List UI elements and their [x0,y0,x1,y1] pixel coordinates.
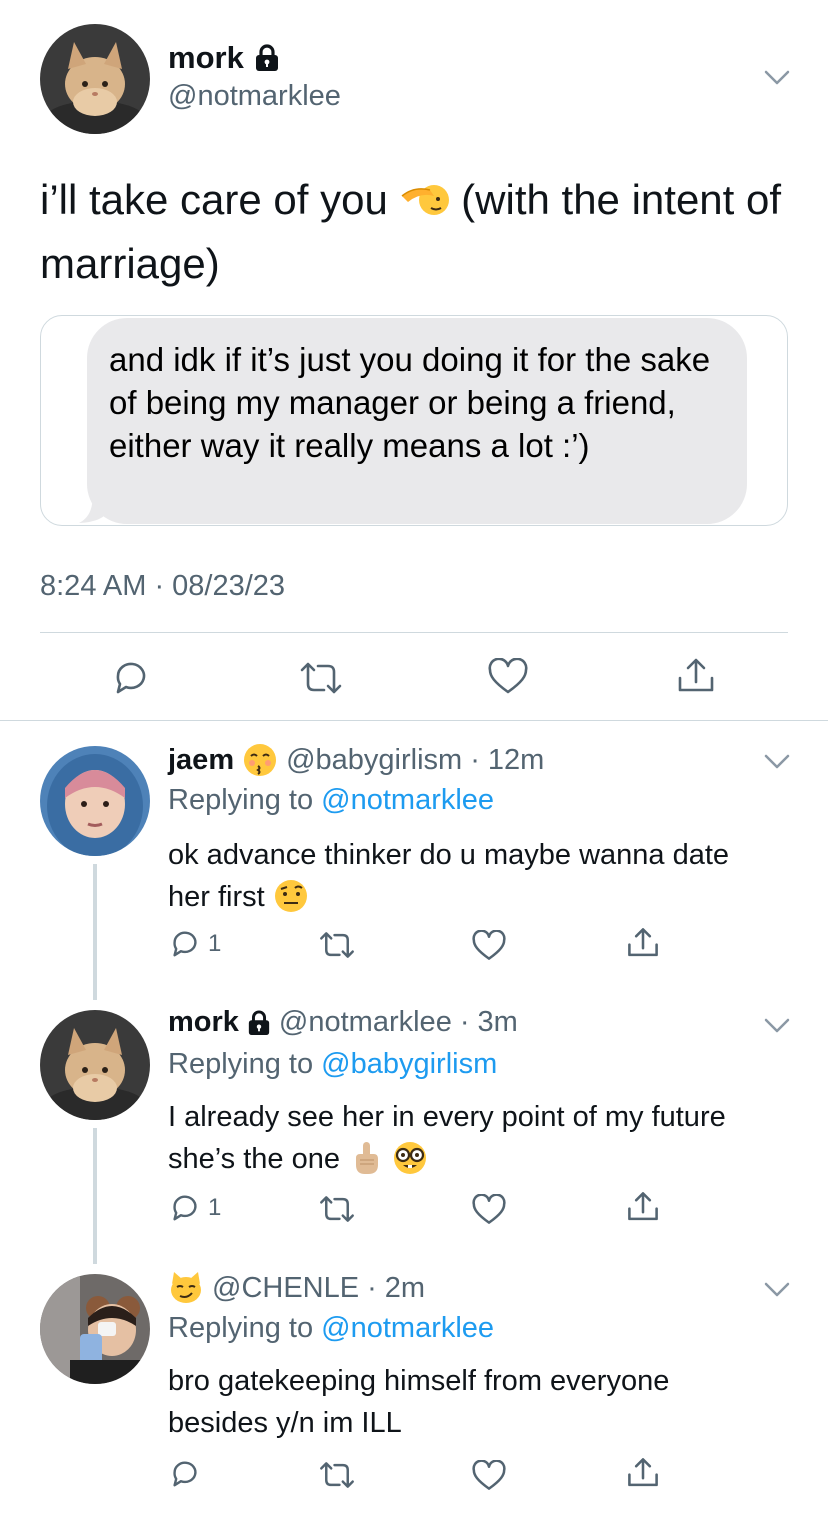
share-icon [628,1458,658,1487]
like-button[interactable] [488,658,528,696]
thread-line [93,864,97,1000]
retweet-button[interactable] [298,660,344,696]
reply-time[interactable]: 12m [488,744,544,777]
chevron-down-icon[interactable] [764,70,790,86]
like-button[interactable] [472,1194,506,1226]
nerd-face-emoji-icon [392,1140,428,1176]
reply-header: mork @notmarklee · 3m [168,1006,518,1039]
replying-to-link[interactable]: @notmarklee [321,784,494,816]
divider [40,632,788,633]
share-button[interactable] [626,1456,660,1490]
quoted-image-card[interactable]: and idk if it’s just you doing it for th… [40,315,788,526]
reply-text-content: ok advance thinker do u maybe wanna date… [168,839,730,913]
display-name[interactable]: mork [168,1006,239,1039]
lock-icon [254,44,280,72]
raised-eyebrow-emoji-icon [273,878,309,914]
kitten-avatar-image [40,24,150,134]
reply-header: jaem @babygirlism · 12m [168,742,544,778]
avatar[interactable] [40,1274,150,1384]
replying-to-label: Replying to [168,784,322,816]
user-handle[interactable]: @babygirlism [286,744,462,777]
reply-icon [173,1195,197,1221]
reply-button[interactable] [168,1458,202,1490]
reply-time[interactable]: 3m [478,1006,518,1039]
reply-button[interactable]: 1 [168,928,221,960]
retweet-button[interactable] [318,1460,356,1490]
reply-count: 1 [208,930,222,957]
avatar[interactable] [40,746,150,856]
retweet-icon [320,932,354,958]
retweet-button[interactable] [318,930,356,960]
reply-text-content: bro gatekeeping himself from everyone be… [168,1365,670,1439]
reply-tweet[interactable]: jaem @babygirlism · 12m Replying to @not… [0,722,828,1000]
kissing-face-emoji-icon [242,742,278,778]
reply-tweet[interactable]: @CHENLE · 2m Replying to @notmarklee bro… [0,1250,828,1514]
retweet-button[interactable] [318,1194,356,1224]
chevron-down-icon[interactable] [764,1282,790,1298]
smirking-cat-emoji-icon [168,1270,204,1306]
replying-to-line: Replying to @babygirlism [168,1048,497,1081]
share-icon [678,658,714,692]
share-icon [628,928,658,957]
display-name[interactable]: jaem [168,744,234,777]
share-button[interactable] [626,1190,660,1224]
share-button[interactable] [626,926,660,960]
user-handle[interactable]: @notmarklee [168,80,341,113]
replying-to-label: Replying to [168,1312,322,1344]
index-pointing-up-emoji-icon [348,1140,384,1176]
replying-to-link[interactable]: @babygirlism [321,1048,497,1080]
avatar[interactable] [40,24,150,134]
separator-dot: · [367,1271,377,1304]
share-button[interactable] [676,656,716,696]
like-button[interactable] [472,1460,506,1492]
tweet-text: i’ll take care of you (with the intent o… [40,168,800,296]
reply-tweet[interactable]: mork @notmarklee · 3m Replying to @babyg… [0,986,828,1264]
lock-icon [247,1010,271,1036]
reply-button[interactable]: 1 [168,1192,221,1224]
user-handle[interactable]: @notmarklee [279,1006,452,1039]
retweet-icon [300,662,342,694]
message-bubble-text: and idk if it’s just you doing it for th… [109,341,711,464]
reply-time[interactable]: 2m [385,1272,425,1305]
divider [0,720,828,721]
tweet-timestamp[interactable]: 8:24 AM · 08/23/23 [40,570,285,603]
tweet-text-part1: i’ll take care of you [40,176,400,223]
user-avatar-image [40,746,150,856]
user-avatar-image [40,1274,150,1384]
replying-to-label: Replying to [168,1048,322,1080]
reply-icon [116,662,146,694]
reply-count: 1 [208,1194,222,1221]
reply-button[interactable] [110,658,152,698]
avatar[interactable] [40,1010,150,1120]
like-icon [472,1460,506,1490]
chevron-down-icon[interactable] [764,1018,790,1034]
separator-dot: · [459,1006,470,1038]
like-icon [472,930,506,960]
replying-to-line: Replying to @notmarklee [168,1312,494,1345]
display-name[interactable]: mork [168,40,280,76]
kitten-avatar-image [40,1010,150,1120]
share-icon [628,1192,658,1221]
like-icon [488,658,528,694]
reply-header: @CHENLE · 2m [168,1270,425,1306]
separator-dot: · [470,743,480,776]
retweet-icon [320,1196,354,1222]
reply-text: bro gatekeeping himself from everyone be… [168,1360,768,1444]
user-handle[interactable]: @CHENLE [212,1272,359,1305]
display-name-text[interactable]: mork [168,40,244,76]
replying-to-line: Replying to @notmarklee [168,784,494,817]
reply-text-content: I already see her in every point of my f… [168,1101,726,1175]
reply-text: I already see her in every point of my f… [168,1096,768,1180]
reply-icon [173,1461,197,1487]
like-icon [472,1194,506,1224]
thread-line [93,1128,97,1264]
replying-to-link[interactable]: @notmarklee [321,1312,494,1344]
like-button[interactable] [472,930,506,962]
chevron-down-icon[interactable] [764,754,790,770]
saluting-face-emoji-icon [400,174,450,215]
reply-icon [173,931,197,957]
reply-text: ok advance thinker do u maybe wanna date… [168,834,768,918]
main-tweet: mork @notmarklee i’ll take care of you (… [0,0,828,722]
retweet-icon [320,1462,354,1488]
